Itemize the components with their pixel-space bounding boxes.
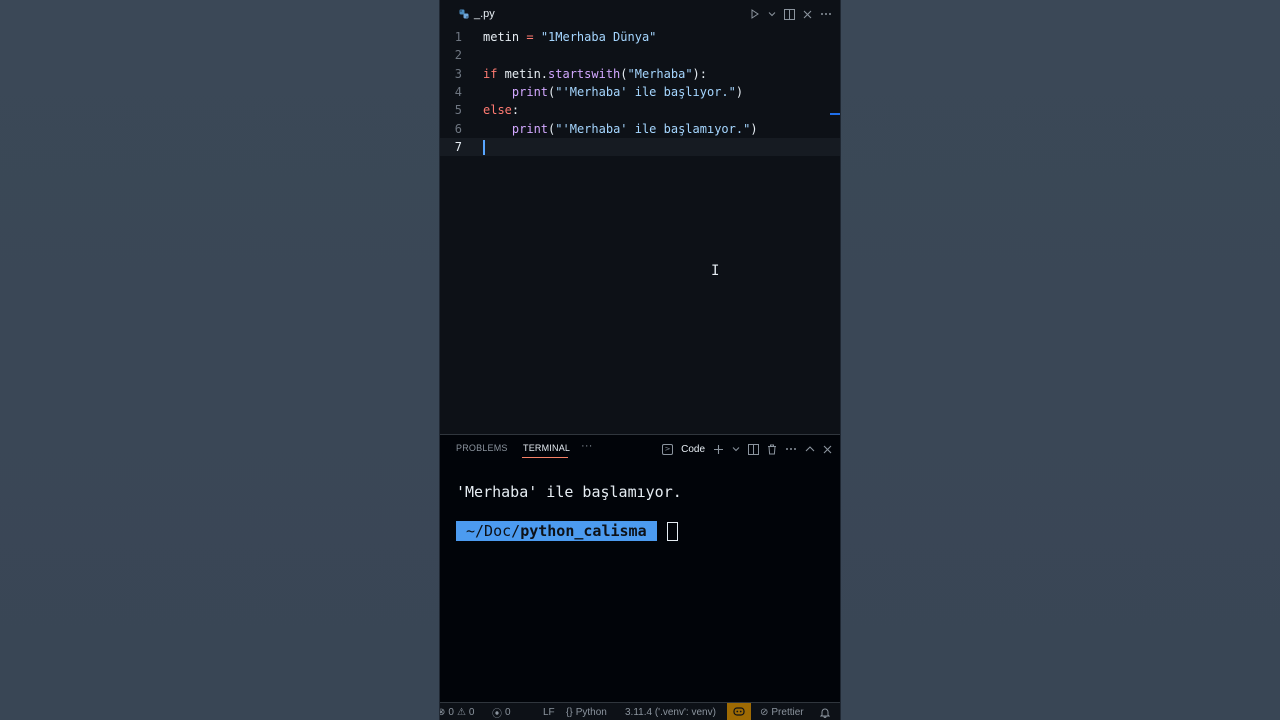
terminal-output: 'Merhaba' ile başlamıyor. <box>456 483 682 501</box>
trash-icon[interactable] <box>767 444 777 455</box>
code-line: 6 print("'Merhaba' ile başlamıyor.") <box>440 120 840 138</box>
add-terminal-icon[interactable] <box>713 444 724 455</box>
terminal-prompt: ~/Doc/python_calisma <box>456 521 657 541</box>
terminal-name[interactable]: Code <box>681 444 705 455</box>
active-tab-indicator <box>522 457 568 458</box>
terminal-panel: PROBLEMS TERMINAL ··· > Code 'Merhaba' i… <box>440 434 840 702</box>
line-content: if metin.startswith("Merhaba"): <box>483 67 707 81</box>
tab-actions <box>750 0 832 28</box>
terminal-prompt-row[interactable]: ~/Doc/python_calisma <box>456 521 678 541</box>
code-line: 1 metin = "1Merhaba Dünya" <box>440 28 840 46</box>
split-terminal-icon[interactable] <box>748 443 759 455</box>
line-content: metin = "1Merhaba Dünya" <box>483 30 657 44</box>
language-status[interactable]: {} Python <box>566 703 607 720</box>
panel-more-icon[interactable]: ··· <box>581 440 593 452</box>
warning-icon: ⚠ <box>456 706 466 718</box>
code-line-active: 7 <box>440 138 840 156</box>
close-icon[interactable] <box>823 445 832 454</box>
panel-tab-bar: PROBLEMS TERMINAL ··· > Code <box>440 435 840 463</box>
mouse-ibeam-cursor: I <box>711 263 720 279</box>
line-content: print("'Merhaba' ile başlamıyor.") <box>511 122 758 136</box>
code-line: 4 print("'Merhaba' ile başlıyor.") <box>440 83 840 101</box>
code-line: 5 else: <box>440 101 840 119</box>
code-editor[interactable]: 1 metin = "1Merhaba Dünya" 2 3 if metin.… <box>440 28 840 433</box>
bell-icon[interactable] <box>820 703 830 720</box>
editor-tab[interactable]: _.py <box>440 0 495 28</box>
braces-icon: {} <box>566 706 573 718</box>
panel-actions: > Code <box>662 441 832 457</box>
chevron-down-icon[interactable] <box>768 10 776 18</box>
line-number: 7 <box>454 140 462 154</box>
copilot-icon <box>733 706 745 719</box>
interpreter-status[interactable]: 3.11.4 ('.venv': venv) <box>625 703 716 720</box>
line-number: 6 <box>454 122 462 136</box>
error-icon: ⊗ <box>440 707 445 718</box>
line-content: else: <box>483 103 520 117</box>
python-icon <box>459 9 469 19</box>
prettier-status[interactable]: ⊘ Prettier <box>760 703 804 720</box>
chevron-down-icon[interactable] <box>732 445 740 453</box>
desktop-background-right <box>841 0 1280 720</box>
more-actions-icon[interactable] <box>820 12 832 16</box>
eol-status[interactable]: LF <box>543 703 555 720</box>
line-number: 5 <box>454 103 462 117</box>
terminal-icon: > <box>662 443 674 455</box>
tab-terminal[interactable]: TERMINAL <box>523 443 570 453</box>
line-content: print("'Merhaba' ile başlıyor.") <box>511 85 744 99</box>
terminal-cursor <box>666 521 678 541</box>
tab-problems[interactable]: PROBLEMS <box>456 443 508 453</box>
prettier-icon: ⊘ <box>760 706 769 718</box>
maximize-panel-icon[interactable] <box>805 445 815 453</box>
run-icon[interactable] <box>750 9 760 19</box>
text-cursor <box>483 140 485 155</box>
line-number: 4 <box>454 85 462 99</box>
line-number: 2 <box>454 48 462 62</box>
ports-status[interactable]: ⦿ 0 <box>492 703 511 720</box>
line-number: 3 <box>454 67 462 81</box>
line-number: 1 <box>454 30 462 44</box>
copilot-status[interactable] <box>727 703 751 720</box>
editor-window: _.py 1 metin = "1Merhaba Dünya" 2 3 if m… <box>439 0 841 720</box>
status-bar: ⊗ 0 ⚠ 0 ⦿ 0 LF {} Python 3.11.4 ('.venv'… <box>440 702 840 720</box>
code-line: 2 <box>440 46 840 64</box>
problems-status[interactable]: ⊗ 0 ⚠ 0 <box>440 703 474 720</box>
antenna-icon: ⦿ <box>492 708 502 720</box>
close-icon[interactable] <box>803 10 812 19</box>
more-actions-icon[interactable] <box>785 447 797 451</box>
tab-filename: _.py <box>474 8 495 20</box>
minimap-indicator <box>830 113 840 115</box>
split-editor-icon[interactable] <box>784 8 795 20</box>
desktop-background-left <box>0 0 439 720</box>
code-line: 3 if metin.startswith("Merhaba"): <box>440 65 840 83</box>
editor-tab-bar: _.py <box>440 0 840 28</box>
